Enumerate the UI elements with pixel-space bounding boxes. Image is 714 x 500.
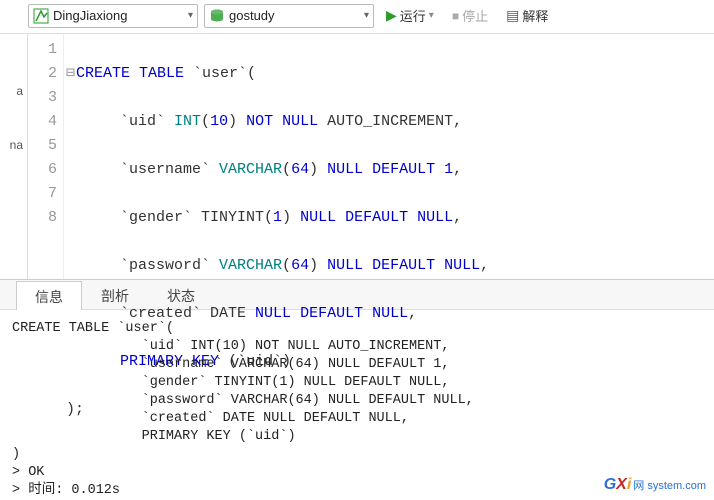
database-icon <box>209 8 225 24</box>
explain-label: 解释 <box>522 6 548 25</box>
stop-label: 停止 <box>462 6 488 25</box>
tab-info[interactable]: 信息 <box>16 281 82 310</box>
run-label: 运行 <box>400 6 426 25</box>
connection-label: DingJiaxiong <box>53 8 188 23</box>
toolbar: DingJiaxiong ▾ gostudy ▾ ▶ 运行 ▾ ■ 停止 ▤ 解… <box>0 0 714 34</box>
chevron-down-icon: ▾ <box>364 10 369 21</box>
chevron-down-icon: ▾ <box>429 10 434 21</box>
tab-status[interactable]: 状态 <box>148 280 214 309</box>
stop-button: ■ 停止 <box>446 4 494 28</box>
editor-area: a na 12345678 ⊟CREATE TABLE `user`( `uid… <box>0 34 714 279</box>
play-icon: ▶ <box>386 7 397 24</box>
sql-editor[interactable]: 12345678 ⊟CREATE TABLE `user`( `uid` INT… <box>28 34 714 279</box>
connection-combo[interactable]: DingJiaxiong ▾ <box>28 4 198 28</box>
database-combo[interactable]: gostudy ▾ <box>204 4 374 28</box>
database-label: gostudy <box>229 8 364 23</box>
stop-icon: ■ <box>452 9 459 23</box>
side-tabs: a na <box>0 34 28 279</box>
side-tab-a[interactable]: a <box>16 84 27 98</box>
fold-icon[interactable]: ⊟ <box>66 62 76 86</box>
code-content: ⊟CREATE TABLE `user`( `uid` INT(10) NOT … <box>64 34 489 279</box>
tab-profile[interactable]: 剖析 <box>82 280 148 309</box>
run-button[interactable]: ▶ 运行 ▾ <box>380 4 440 28</box>
line-gutter: 12345678 <box>28 34 64 279</box>
chevron-down-icon: ▾ <box>188 10 193 21</box>
connection-icon <box>33 8 49 24</box>
explain-button[interactable]: ▤ 解释 <box>500 4 554 28</box>
explain-icon: ▤ <box>506 7 519 24</box>
watermark: GXi网 system.com <box>604 476 706 494</box>
side-tab-b[interactable]: na <box>10 138 27 152</box>
